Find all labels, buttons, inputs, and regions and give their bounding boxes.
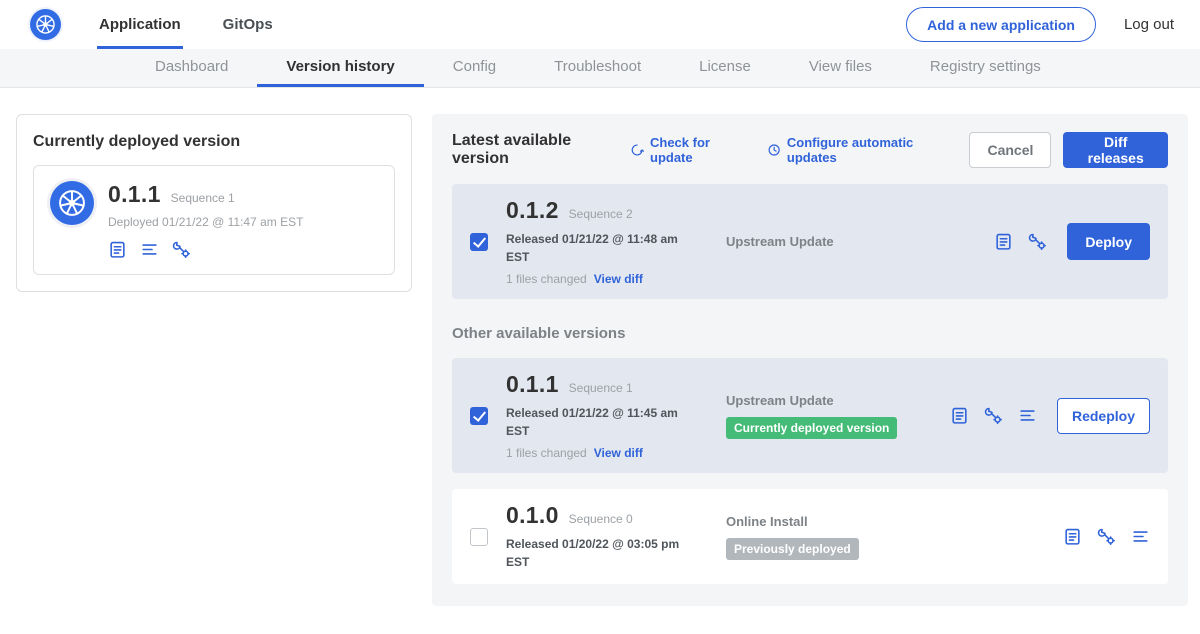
version-info: 0.1.0 Sequence 0 Released 01/20/22 @ 03:…	[506, 502, 714, 571]
version-actions	[1063, 527, 1150, 546]
version-actions: Redeploy	[950, 398, 1150, 434]
version-info: 0.1.2 Sequence 2 Released 01/21/22 @ 11:…	[506, 197, 714, 286]
deployed-timestamp: Deployed 01/21/22 @ 11:47 am EST	[108, 215, 303, 229]
configure-updates-label: Configure automatic updates	[787, 135, 948, 165]
view-diff-link[interactable]: View diff	[594, 272, 643, 286]
config-icon[interactable]	[1097, 527, 1116, 546]
subnav-view-files[interactable]: View files	[780, 49, 901, 87]
config-icon[interactable]	[172, 240, 191, 259]
sequence-label: Sequence 0	[569, 512, 633, 526]
subnav-config[interactable]: Config	[424, 49, 525, 87]
version-history-panel: Latest available version Check for updat…	[432, 114, 1188, 606]
files-changed-label: 1 files changed	[506, 272, 587, 286]
version-source-column: Online Install Previously deployed	[714, 514, 1063, 560]
released-timestamp: Released 01/20/22 @ 03:05 pm EST	[506, 535, 684, 571]
version-row: 0.1.1 Sequence 1 Released 01/21/22 @ 11:…	[452, 358, 1168, 473]
version-actions: Deploy	[994, 223, 1150, 260]
diff-releases-button[interactable]: Diff releases	[1063, 132, 1168, 168]
version-source-label: Online Install	[726, 514, 1063, 529]
version-select-checkbox[interactable]	[470, 528, 488, 546]
other-versions-title: Other available versions	[452, 325, 1168, 342]
files-changed-line: 1 files changed View diff	[506, 272, 714, 286]
deployed-version-info: 0.1.1 Sequence 1 Deployed 01/21/22 @ 11:…	[108, 181, 303, 259]
kubernetes-logo-icon	[30, 9, 61, 40]
deployed-action-icons	[108, 240, 303, 259]
released-timestamp: Released 01/21/22 @ 11:45 am EST	[506, 404, 684, 440]
version-source-column: Upstream Update	[714, 234, 994, 249]
logout-button[interactable]: Log out	[1124, 16, 1174, 33]
version-row: 0.1.2 Sequence 2 Released 01/21/22 @ 11:…	[452, 184, 1168, 299]
logs-icon[interactable]	[140, 240, 159, 259]
logs-icon[interactable]	[1018, 406, 1037, 425]
clock-icon	[767, 142, 781, 158]
released-timestamp: Released 01/21/22 @ 11:48 am EST	[506, 230, 684, 266]
version-row: 0.1.0 Sequence 0 Released 01/20/22 @ 03:…	[452, 489, 1168, 584]
deployed-card-title: Currently deployed version	[33, 133, 395, 151]
config-icon[interactable]	[1028, 232, 1047, 251]
config-icon[interactable]	[984, 406, 1003, 425]
version-source-label: Upstream Update	[726, 393, 950, 408]
version-source-column: Upstream Update Currently deployed versi…	[714, 393, 950, 439]
check-for-update-link[interactable]: Check for update	[630, 135, 745, 165]
refresh-icon	[630, 142, 644, 158]
add-new-application-button[interactable]: Add a new application	[906, 7, 1096, 42]
files-changed-label: 1 files changed	[506, 446, 587, 460]
header-tab-application[interactable]: Application	[97, 0, 183, 49]
deployed-version-number: 0.1.1	[108, 181, 161, 208]
version-number: 0.1.1	[506, 371, 559, 398]
version-info: 0.1.1 Sequence 1 Released 01/21/22 @ 11:…	[506, 371, 714, 460]
deploy-button[interactable]: Deploy	[1067, 223, 1150, 260]
sequence-label: Sequence 2	[569, 207, 633, 221]
view-diff-link[interactable]: View diff	[594, 446, 643, 460]
header-actions: Add a new application Log out	[906, 0, 1174, 49]
currently-deployed-badge: Currently deployed version	[726, 417, 897, 439]
top-header: Application GitOps Add a new application…	[0, 0, 1200, 49]
files-changed-line: 1 files changed View diff	[506, 446, 714, 460]
release-notes-icon[interactable]	[108, 240, 127, 259]
main-content: Currently deployed version 0.1.1 Sequenc…	[0, 88, 1200, 606]
latest-version-title: Latest available version	[452, 132, 614, 168]
app-logo	[30, 0, 61, 49]
previously-deployed-badge: Previously deployed	[726, 538, 859, 560]
app-icon	[50, 181, 94, 225]
cancel-button[interactable]: Cancel	[969, 132, 1051, 168]
version-select-checkbox[interactable]	[470, 407, 488, 425]
subnav-dashboard[interactable]: Dashboard	[126, 49, 257, 87]
subnav-license[interactable]: License	[670, 49, 780, 87]
latest-version-header: Latest available version Check for updat…	[452, 132, 1168, 168]
configure-automatic-updates-link[interactable]: Configure automatic updates	[767, 135, 948, 165]
subnav-version-history[interactable]: Version history	[257, 49, 423, 87]
subnav-registry-settings[interactable]: Registry settings	[901, 49, 1070, 87]
currently-deployed-card: Currently deployed version 0.1.1 Sequenc…	[16, 114, 412, 292]
version-number: 0.1.2	[506, 197, 559, 224]
release-notes-icon[interactable]	[950, 406, 969, 425]
version-number: 0.1.0	[506, 502, 559, 529]
version-source-label: Upstream Update	[726, 234, 994, 249]
logs-icon[interactable]	[1131, 527, 1150, 546]
app-subnav: Dashboard Version history Config Trouble…	[0, 49, 1200, 88]
subnav-troubleshoot[interactable]: Troubleshoot	[525, 49, 670, 87]
redeploy-button[interactable]: Redeploy	[1057, 398, 1150, 434]
deployed-version-tile: 0.1.1 Sequence 1 Deployed 01/21/22 @ 11:…	[33, 165, 395, 275]
header-tab-gitops[interactable]: GitOps	[221, 0, 275, 49]
release-notes-icon[interactable]	[1063, 527, 1082, 546]
check-for-update-label: Check for update	[650, 135, 745, 165]
release-notes-icon[interactable]	[994, 232, 1013, 251]
version-select-checkbox[interactable]	[470, 233, 488, 251]
sequence-label: Sequence 1	[569, 381, 633, 395]
deployed-sequence-label: Sequence 1	[171, 191, 235, 205]
